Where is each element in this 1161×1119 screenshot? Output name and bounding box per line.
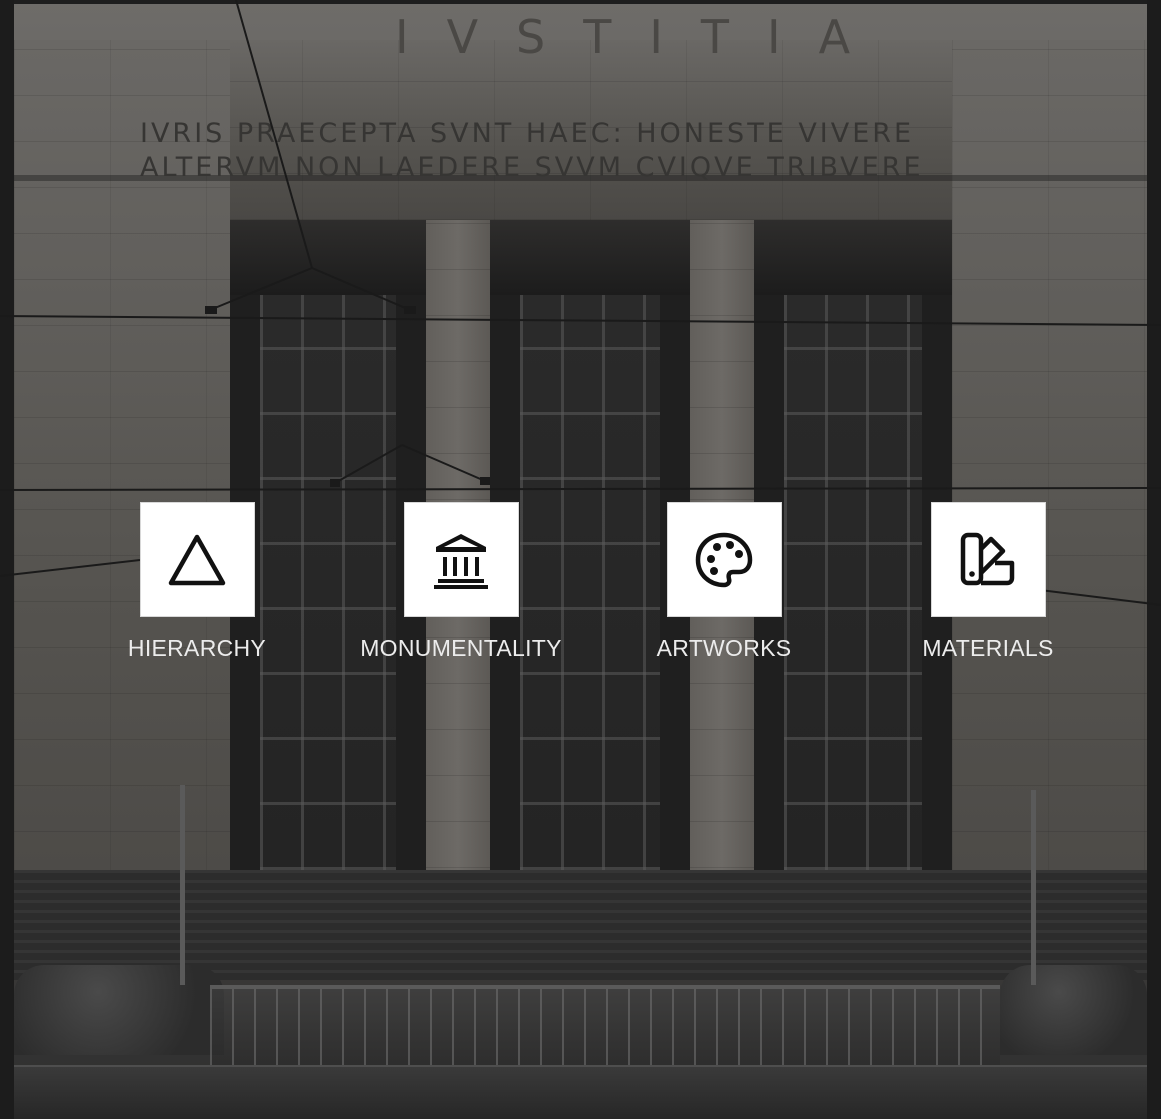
palette-icon [695, 532, 753, 587]
feature-artworks[interactable]: ARTWORKS [604, 502, 844, 662]
feature-materials[interactable]: MATERIALS [868, 502, 1108, 662]
materials-tile[interactable] [930, 502, 1046, 617]
feature-monumentality[interactable]: MONUMENTALITY [341, 502, 581, 662]
hero-section: IVSTITIA IVRIS PRAECEPTA SVNT HAEC: HONE… [0, 0, 1161, 1119]
triangle-icon [168, 534, 226, 585]
feature-label: MATERIALS [922, 635, 1054, 661]
hierarchy-tile[interactable] [139, 502, 255, 617]
classical-building-icon [434, 533, 488, 589]
feature-label: ARTWORKS [656, 635, 792, 661]
feature-label: HIERARCHY [127, 635, 267, 661]
feature-label: MONUMENTALITY [360, 635, 562, 661]
artworks-tile[interactable] [666, 502, 782, 617]
swatchbook-icon [960, 532, 1015, 585]
monumentality-tile[interactable] [403, 502, 519, 617]
feature-hierarchy[interactable]: HIERARCHY [77, 502, 317, 662]
